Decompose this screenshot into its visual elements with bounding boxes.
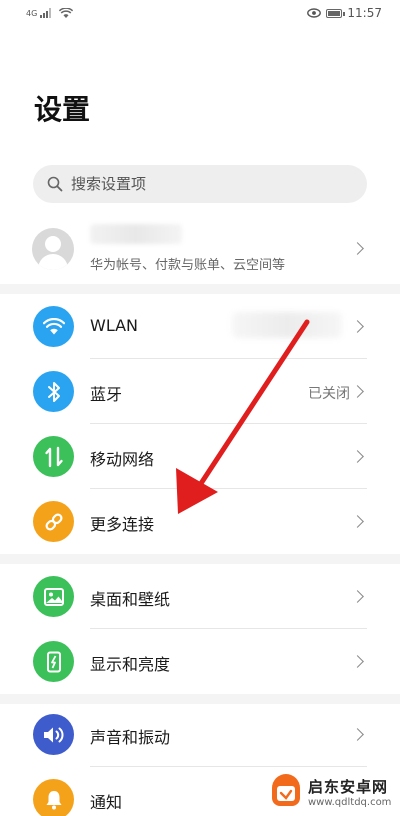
settings-item-more-connections[interactable]: 更多连接 [0,489,400,554]
settings-item-home-wallpaper[interactable]: 桌面和壁纸 [0,564,400,629]
volume-icon [33,714,74,755]
settings-item-label: 移动网络 [90,450,155,469]
watermark: 启东安卓网 www.qdltdq.com [268,770,400,814]
chevron-right-icon [351,655,364,668]
settings-item-wlan[interactable]: WLAN [0,294,400,359]
bluetooth-icon [33,371,74,412]
watermark-url: www.qdltdq.com [308,797,392,808]
eye-icon [307,8,322,18]
settings-item-sound-vibration[interactable]: 声音和振动 [0,702,400,767]
display-icon [33,641,74,682]
chevron-right-icon [351,515,364,528]
search-bar[interactable] [33,165,367,203]
link-icon [33,501,74,542]
settings-item-label: 声音和振动 [90,728,171,747]
battery-icon [326,8,346,18]
status-right: 11:57 [307,6,382,20]
search-input[interactable] [71,175,331,193]
chevron-right-icon [351,385,364,398]
chevron-right-icon [351,320,364,333]
page-title: 设置 [34,93,91,126]
account-row[interactable]: 华为帐号、付款与账单、云空间等 [0,220,400,278]
search-icon [47,176,63,192]
signal-icon: 4G [26,8,54,18]
signal-label: 4G [26,9,38,18]
chevron-right-icon [351,242,364,255]
settings-item-label: 通知 [90,793,123,812]
watermark-name: 启东安卓网 [308,778,389,796]
chevron-right-icon [351,728,364,741]
watermark-text: 启东安卓网 www.qdltdq.com [308,776,391,808]
status-time: 11:57 [347,6,382,20]
image-icon [33,576,74,617]
chevron-right-icon [351,450,364,463]
settings-item-label: 蓝牙 [90,385,123,404]
account-name-redacted [90,224,182,244]
wifi-icon [33,306,74,347]
settings-item-label: WLAN [90,316,139,335]
avatar [32,228,74,270]
group-separator [0,554,400,564]
wifi-status-icon [59,7,74,18]
settings-item-label: 桌面和壁纸 [90,590,171,609]
settings-item-label: 显示和亮度 [90,655,171,674]
settings-item-mobile-network[interactable]: 移动网络 [0,424,400,489]
chevron-right-icon [351,590,364,603]
bluetooth-status: 已关闭 [308,386,350,402]
mobile-data-icon [33,436,74,477]
status-left: 4G [26,7,74,19]
settings-item-display-brightness[interactable]: 显示和亮度 [0,629,400,694]
settings-item-bluetooth[interactable]: 蓝牙 已关闭 [0,359,400,424]
bell-icon [33,779,74,816]
group-separator [0,284,400,294]
account-subtitle: 华为帐号、付款与账单、云空间等 [90,258,286,273]
watermark-logo-icon [272,774,300,806]
wlan-network-redacted [232,312,342,338]
settings-item-label: 更多连接 [90,515,155,534]
status-bar: 4G 11:57 [0,0,400,26]
